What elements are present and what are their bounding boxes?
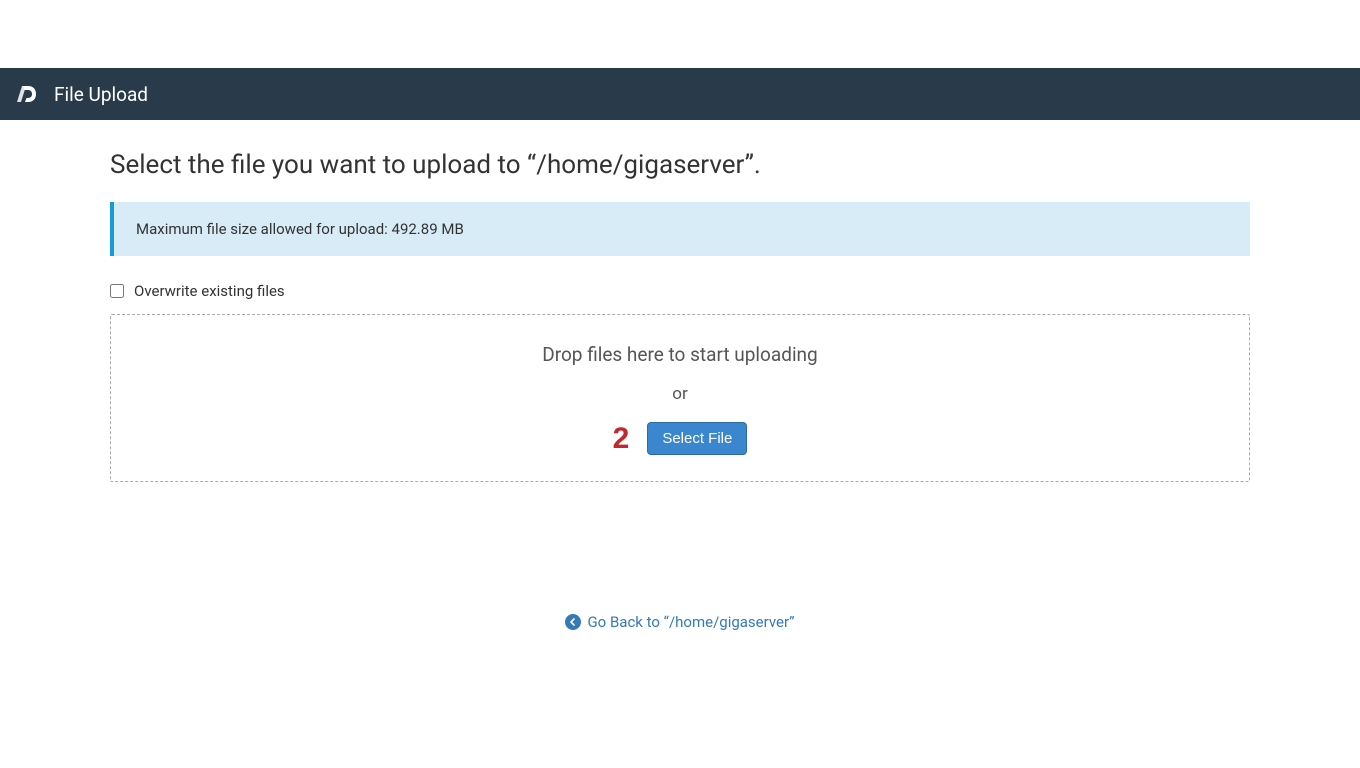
overwrite-checkbox[interactable] (110, 284, 124, 298)
header-title: File Upload (54, 83, 148, 106)
upload-dropzone[interactable]: Drop files here to start uploading or 2 … (110, 314, 1250, 482)
logo-wrap: File Upload (14, 83, 148, 106)
select-file-row: 2 Select File (131, 422, 1229, 455)
drop-instruction-text: Drop files here to start uploading (131, 343, 1229, 366)
page-heading: Select the file you want to upload to “/… (110, 150, 1250, 180)
go-back-link[interactable]: Go Back to “/home/gigaserver” (565, 613, 794, 631)
step-marker: 2 (613, 424, 630, 454)
main-content: Select the file you want to upload to “/… (110, 120, 1250, 631)
max-filesize-banner: Maximum file size allowed for upload: 49… (110, 202, 1250, 256)
or-text: or (131, 384, 1229, 404)
arrow-left-circle-icon (565, 614, 581, 630)
go-back-label: Go Back to “/home/gigaserver” (587, 613, 794, 631)
overwrite-label[interactable]: Overwrite existing files (134, 282, 285, 300)
app-header: File Upload (0, 68, 1360, 120)
overwrite-row: Overwrite existing files (110, 282, 1250, 300)
select-file-button[interactable]: Select File (647, 422, 747, 455)
go-back-wrap: Go Back to “/home/gigaserver” (110, 612, 1250, 631)
cpanel-logo-icon (14, 83, 42, 105)
